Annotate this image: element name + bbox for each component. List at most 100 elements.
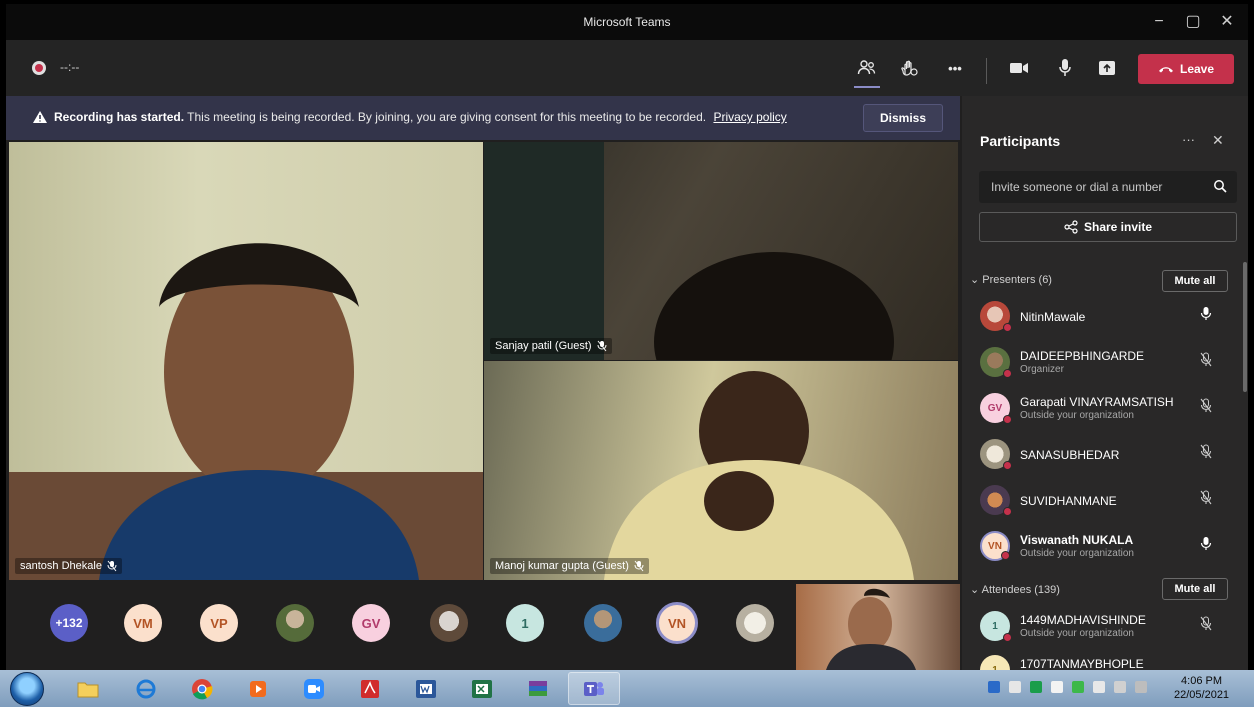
participants-panel: Participants ··· ✕ Invite someone or dia… bbox=[962, 96, 1248, 670]
participant-item[interactable]: 1 1707TANMAYBHOPLE bbox=[980, 652, 1242, 670]
media-player-icon bbox=[250, 680, 266, 697]
network-icon[interactable] bbox=[1114, 681, 1126, 693]
taskbar-word[interactable] bbox=[400, 672, 452, 705]
word-icon bbox=[416, 679, 436, 698]
video-tile[interactable]: santosh Dhekale bbox=[9, 142, 483, 580]
taskbar-acrobat[interactable] bbox=[344, 672, 396, 705]
taskbar-clock[interactable]: 4:06 PM 22/05/2021 bbox=[1174, 674, 1229, 702]
participant-avatar[interactable]: VN bbox=[656, 602, 698, 644]
teams-icon bbox=[584, 681, 604, 696]
participant-strip: +132 VM VP GV 1 VN bbox=[6, 582, 796, 670]
microphone-button[interactable] bbox=[1050, 54, 1080, 82]
participant-avatar[interactable]: 1 bbox=[506, 604, 544, 642]
participant-item[interactable]: VN Viswanath NUKALA Outside your organiz… bbox=[980, 528, 1242, 568]
participant-avatar[interactable]: GV bbox=[352, 604, 390, 642]
participant-avatar[interactable] bbox=[736, 604, 774, 642]
maximize-button[interactable]: ▢ bbox=[1178, 10, 1208, 34]
tray-app-icon[interactable] bbox=[988, 681, 1000, 693]
avatar-initials: VN bbox=[988, 540, 1002, 552]
attendees-header[interactable]: ⌄ Attendees (139) bbox=[970, 583, 1060, 596]
title-bar: Microsoft Teams − ▢ ✕ bbox=[6, 4, 1248, 40]
participant-avatar: 1 bbox=[980, 611, 1012, 642]
participant-avatar[interactable] bbox=[430, 604, 468, 642]
tray-app-icon[interactable] bbox=[1072, 681, 1084, 693]
camera-icon bbox=[1010, 63, 1028, 73]
invite-placeholder: Invite someone or dial a number bbox=[991, 180, 1163, 194]
leave-button[interactable]: Leave bbox=[1138, 54, 1234, 84]
excel-icon bbox=[472, 679, 492, 698]
minimize-button[interactable]: − bbox=[1144, 10, 1174, 34]
taskbar-winrar[interactable] bbox=[512, 672, 564, 705]
presenters-header[interactable]: ⌄ Presenters (6) bbox=[970, 273, 1052, 286]
dismiss-button[interactable]: Dismiss bbox=[863, 104, 943, 132]
mic-off-icon bbox=[1200, 352, 1212, 367]
video-tile[interactable]: Sanjay patil (Guest) bbox=[484, 142, 958, 360]
participant-item[interactable]: SANASUBHEDAR bbox=[980, 436, 1242, 476]
taskbar-zoom[interactable] bbox=[288, 672, 340, 705]
taskbar-internet-explorer[interactable] bbox=[120, 672, 172, 705]
participant-name: Viswanath NUKALA bbox=[1020, 533, 1134, 547]
tray-app-icon[interactable] bbox=[1051, 681, 1063, 693]
start-button[interactable] bbox=[10, 672, 44, 706]
participant-avatar[interactable]: VP bbox=[200, 604, 238, 642]
participant-name: SUVIDHANMANE bbox=[1020, 494, 1117, 508]
participant-name: DAIDEEPBHINGARDE bbox=[1020, 349, 1145, 363]
participant-avatar: GV bbox=[980, 393, 1012, 424]
close-window-button[interactable]: ✕ bbox=[1212, 10, 1242, 34]
signal-icon[interactable] bbox=[1135, 681, 1147, 693]
taskbar-teams[interactable] bbox=[568, 672, 620, 705]
warning-icon bbox=[33, 111, 47, 123]
participant-item[interactable]: DAIDEEPBHINGARDE Organizer bbox=[980, 344, 1242, 384]
taskbar-excel[interactable] bbox=[456, 672, 508, 705]
status-indicator bbox=[1003, 415, 1012, 424]
invite-input[interactable]: Invite someone or dial a number bbox=[979, 171, 1237, 203]
panel-more-button[interactable]: ··· bbox=[1182, 132, 1195, 147]
participant-item[interactable]: 1 1449MADHAVISHINDE Outside your organiz… bbox=[980, 608, 1242, 648]
tray-app-icon[interactable] bbox=[1030, 681, 1042, 693]
self-video-preview[interactable] bbox=[796, 584, 960, 670]
banner-message: This meeting is being recorded. By joini… bbox=[187, 110, 707, 124]
participant-avatar bbox=[980, 439, 1012, 470]
video-tile[interactable]: Manoj kumar gupta (Guest) bbox=[484, 361, 958, 580]
taskbar-media-player[interactable] bbox=[232, 672, 284, 705]
participant-role: Outside your organization bbox=[1020, 628, 1134, 639]
recording-icon bbox=[32, 61, 46, 75]
toolbar-divider bbox=[986, 58, 987, 84]
more-participants-button[interactable]: +132 bbox=[50, 604, 88, 642]
tray-app-icon[interactable] bbox=[1009, 681, 1021, 693]
raise-hand-icon bbox=[901, 60, 918, 76]
participant-avatar[interactable]: VM bbox=[124, 604, 162, 642]
microphone-icon bbox=[1059, 59, 1071, 76]
participant-item[interactable]: SUVIDHANMANE bbox=[980, 482, 1242, 522]
more-actions-button[interactable]: ••• bbox=[940, 54, 970, 82]
participant-avatar[interactable] bbox=[584, 604, 622, 642]
taskbar-explorer[interactable] bbox=[62, 672, 114, 705]
panel-close-button[interactable]: ✕ bbox=[1212, 132, 1224, 149]
window-title: Microsoft Teams bbox=[583, 15, 671, 29]
taskbar-chrome[interactable] bbox=[176, 672, 228, 705]
microphone-icon bbox=[1200, 537, 1212, 550]
banner-title: Recording has started. bbox=[54, 110, 185, 124]
mic-off-icon bbox=[634, 560, 644, 572]
microphone-icon bbox=[1200, 307, 1212, 320]
chrome-icon bbox=[192, 678, 213, 699]
participant-item[interactable]: GV Garapati VINAYRAMSATISH Outside your … bbox=[980, 390, 1242, 430]
privacy-policy-link[interactable]: Privacy policy bbox=[713, 110, 786, 124]
reactions-button[interactable] bbox=[894, 54, 924, 82]
volume-icon[interactable] bbox=[1093, 681, 1105, 693]
pdf-icon bbox=[361, 679, 379, 698]
participant-item[interactable]: NitinMawale bbox=[980, 298, 1242, 338]
camera-button[interactable] bbox=[1004, 54, 1034, 82]
participant-name: 1707TANMAYBHOPLE bbox=[1020, 657, 1144, 670]
mute-all-attendees-button[interactable]: Mute all bbox=[1162, 578, 1228, 600]
participants-button[interactable] bbox=[852, 54, 882, 88]
participant-avatar bbox=[980, 301, 1012, 332]
share-screen-button[interactable] bbox=[1092, 54, 1122, 82]
participant-avatar[interactable] bbox=[276, 604, 314, 642]
banner-text: Recording has started. This meeting is b… bbox=[54, 110, 787, 124]
tile-name-text: Manoj kumar gupta (Guest) bbox=[495, 560, 629, 572]
panel-scrollbar[interactable] bbox=[1243, 262, 1247, 392]
status-indicator bbox=[1003, 461, 1012, 470]
share-invite-button[interactable]: Share invite bbox=[979, 212, 1237, 242]
mute-all-presenters-button[interactable]: Mute all bbox=[1162, 270, 1228, 292]
